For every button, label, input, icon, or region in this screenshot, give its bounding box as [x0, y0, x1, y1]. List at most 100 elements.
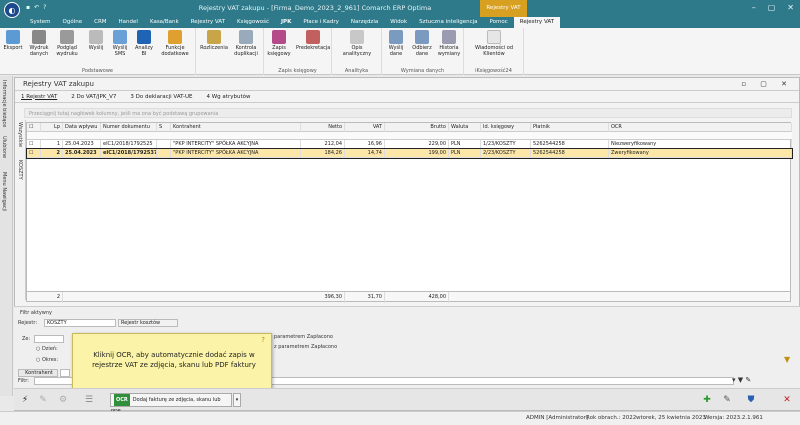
print-preview-button[interactable]: Podgląd wydruku	[55, 30, 79, 57]
analytic-description-button[interactable]: Opis analityczny	[338, 30, 376, 57]
grid-filter-row[interactable]	[27, 132, 792, 140]
print-data-button[interactable]: Wydruk danych	[27, 30, 51, 57]
tools-icon[interactable]: ☰	[82, 393, 96, 407]
tab-rejestry-vat-context[interactable]: Rejestry VAT	[513, 17, 561, 28]
cell-data: 25.04.2023	[63, 149, 101, 158]
subtab-rejestr-vat[interactable]: 1 Rejestr VAT	[21, 94, 57, 100]
window-controls[interactable]: – ▢ ✕	[752, 3, 794, 12]
kontrahent-button[interactable]: Kontrahent	[18, 369, 58, 377]
rejestr-select[interactable]: KOSZTY	[44, 319, 116, 327]
analizy-bi-button[interactable]: Analizy BI	[132, 30, 156, 57]
row-checkbox[interactable]: ☐	[27, 149, 41, 158]
shield-icon[interactable]: ⛊	[744, 393, 758, 407]
cell-brutto: 199,00	[385, 149, 449, 158]
maximize-icon[interactable]: ▢	[768, 3, 776, 12]
receive-data-button[interactable]: Odbierz dane	[410, 30, 434, 57]
undo-icon[interactable]: ↶	[34, 4, 39, 11]
left-tab-menu[interactable]: Menu Nawigacji	[1, 172, 7, 211]
lightning-icon[interactable]: ⚡	[18, 393, 32, 407]
tab-crm[interactable]: CRM	[88, 17, 112, 28]
context-tab-label: Rejestry VAT	[480, 0, 527, 17]
edit-icon[interactable]: ✎	[720, 393, 734, 407]
side-tab-wszystkie[interactable]: Wszystkie	[17, 122, 23, 147]
subtab-atrybuty[interactable]: 4 Wg atrybutów	[207, 94, 251, 100]
tab-place-kadry[interactable]: Płace i Kadry	[297, 17, 345, 28]
help-question-icon: ?	[261, 336, 265, 344]
accounting-entry-button[interactable]: Zapis księgowy	[266, 30, 292, 57]
export-button[interactable]: Eksport	[1, 30, 25, 51]
preview-icon	[60, 30, 74, 44]
ocr-dropdown-icon[interactable]: ▾	[233, 393, 241, 407]
checkbox-header[interactable]: ☐	[27, 123, 41, 132]
window-header-controls[interactable]: ▫ ▢ ✕	[741, 78, 793, 91]
kontrahent-dropdown[interactable]	[60, 369, 70, 377]
ze-select[interactable]	[34, 335, 64, 343]
col-data[interactable]: Data wpływu	[63, 123, 101, 132]
tab-system[interactable]: System	[24, 17, 57, 28]
cell-kontrahent: "PKP INTERCITY" SPÓŁKA AKCYJNA	[171, 149, 301, 158]
exchange-history-button[interactable]: Historia wymiany	[436, 30, 462, 57]
table-row-selected[interactable]: ☐ 2 25.04.2023 eIC1/2018/1792537 "PKP IN…	[26, 148, 793, 159]
quick-access-toolbar[interactable]: ▪ ↶ ?	[26, 4, 46, 11]
client-messages-button[interactable]: Wiadomości od Klientów	[472, 30, 516, 57]
row-checkbox[interactable]: ☐	[27, 140, 41, 149]
zaplacono-checkbox-1[interactable]: parametrem Zapłacono	[274, 334, 333, 340]
zaplacono-checkbox-2[interactable]: z parametrem Zapłacono	[274, 344, 337, 350]
tab-jpk[interactable]: JPK	[275, 17, 297, 28]
tab-pomoc[interactable]: Pomoc	[484, 17, 514, 28]
col-vat[interactable]: VAT	[345, 123, 385, 132]
col-ocr[interactable]: OCR	[609, 123, 792, 132]
window-header-title: Rejestry VAT zakupu	[23, 80, 94, 88]
dzien-radio[interactable]: ○ Dzień:	[36, 346, 58, 352]
duplicate-check-button[interactable]: Kontrola duplikacji	[230, 30, 262, 57]
minimize-icon[interactable]: –	[752, 3, 756, 12]
filter-options-icon[interactable]: ▾ ▼ ✎	[732, 376, 751, 384]
tab-rejestry-vat[interactable]: Rejestry VAT	[185, 17, 231, 28]
add-icon[interactable]: ✚	[700, 393, 714, 407]
col-platnik[interactable]: Płatnik	[531, 123, 609, 132]
status-user: ADMIN [Administrator]	[526, 415, 589, 421]
ocr-add-invoice-button[interactable]: OCRDodaj fakturę ze zdjęcia, skanu lub P…	[110, 393, 232, 415]
tab-sztuczna-inteligencja[interactable]: Sztuczna inteligencja	[413, 17, 483, 28]
grid-header: ☐ Lp Data wpływu Numer dokumentu S Kontr…	[27, 123, 792, 132]
tab-widok[interactable]: Widok	[384, 17, 413, 28]
subtab-vat-ue[interactable]: 3 Do deklaracji VAT-UE	[130, 94, 192, 100]
col-netto[interactable]: Netto	[301, 123, 345, 132]
tab-narzedzia[interactable]: Narzędzia	[345, 17, 384, 28]
tab-ksiegowosc[interactable]: Księgowość	[231, 17, 275, 28]
col-brutto[interactable]: Brutto	[385, 123, 449, 132]
col-kontrahent[interactable]: Kontrahent	[171, 123, 301, 132]
cell-vat: 14,74	[345, 149, 385, 158]
table-row[interactable]: ☐ 1 25.04.2023 eIC1/2018/1792525 "PKP IN…	[27, 140, 792, 149]
side-tab-koszty[interactable]: KOSZTY	[17, 160, 23, 180]
close-window-icon[interactable]: ✕	[780, 393, 794, 407]
ocr-badge: OCR	[114, 394, 130, 406]
send-button[interactable]: Wyślij	[84, 30, 108, 51]
col-numer[interactable]: Numer dokumentu	[101, 123, 157, 132]
send-sms-button[interactable]: Wyślij SMS	[108, 30, 132, 57]
col-waluta[interactable]: Waluta	[449, 123, 481, 132]
kase-icon[interactable]: ⚙	[56, 393, 70, 407]
funnel-icon[interactable]: ▼	[784, 355, 790, 364]
comarch-logo-icon[interactable]: ◐	[4, 2, 20, 18]
group-rozliczenia: Rozliczenia Kontrola duplikacji	[196, 28, 264, 75]
col-s[interactable]: S	[157, 123, 171, 132]
rozliczenia-button[interactable]: Rozliczenia	[199, 30, 229, 51]
tab-kasa-bank[interactable]: Kasa/Bank	[144, 17, 185, 28]
left-tab-informacje[interactable]: Informacje bieżące	[1, 80, 7, 127]
send-data-button[interactable]: Wyślij dane	[384, 30, 408, 57]
extra-functions-button[interactable]: Funkcje dodatkowe	[160, 30, 190, 57]
col-lp[interactable]: Lp	[41, 123, 63, 132]
link-icon[interactable]: ✎	[36, 393, 50, 407]
tab-handel[interactable]: Handel	[113, 17, 144, 28]
close-icon[interactable]: ✕	[787, 3, 794, 12]
predekretacja-button[interactable]: Predekretacja	[296, 30, 330, 51]
col-id[interactable]: Id. księgowy	[481, 123, 531, 132]
help-icon[interactable]: ?	[43, 4, 46, 11]
grouping-area[interactable]: Przeciągnij tutaj nagłówek kolumny, jeśl…	[24, 108, 792, 118]
tab-ogolne[interactable]: Ogólne	[57, 17, 89, 28]
okres-radio[interactable]: ○ Okres:	[36, 357, 58, 363]
left-tab-ulubione[interactable]: Ulubione	[1, 136, 7, 158]
save-icon[interactable]: ▪	[26, 4, 30, 11]
subtab-jpk-v7[interactable]: 2 Do VAT/JPK_V7	[71, 94, 116, 100]
